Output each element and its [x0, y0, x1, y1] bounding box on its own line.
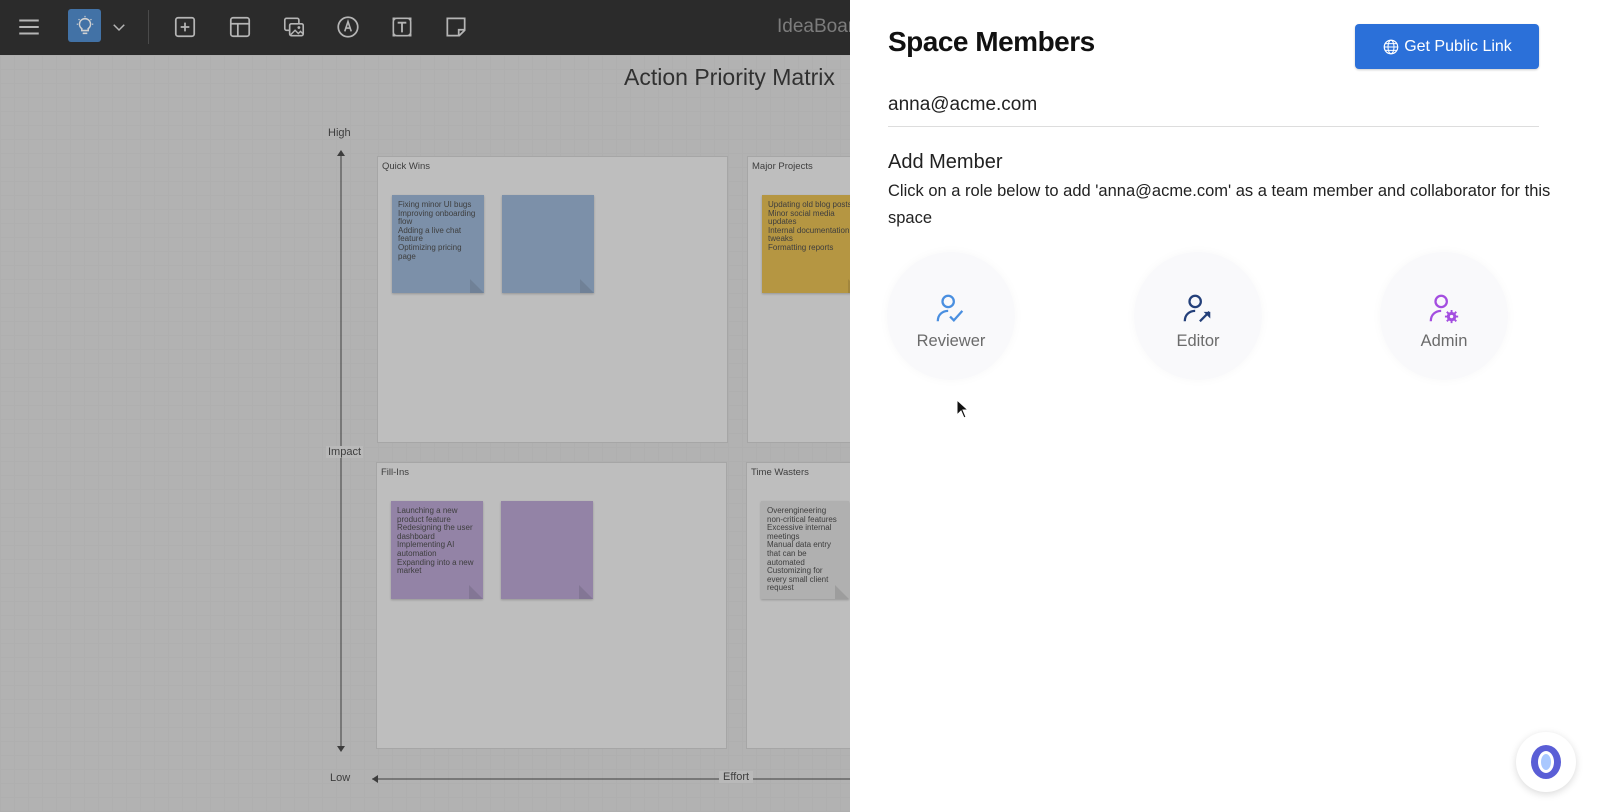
modal-backdrop[interactable]: [0, 0, 850, 812]
get-public-link-label: Get Public Link: [1404, 37, 1512, 55]
chat-bubble-icon: [1531, 745, 1561, 779]
get-public-link-button[interactable]: Get Public Link: [1355, 24, 1539, 69]
user-gear-icon: [1429, 294, 1459, 323]
globe-icon: [1383, 39, 1399, 54]
role-label: Reviewer: [916, 331, 986, 350]
role-label: Editor: [1176, 331, 1220, 350]
board-canvas[interactable]: IdeaBoar Action Priority Matrix High Low…: [0, 0, 850, 812]
user-edit-icon: [1183, 294, 1211, 322]
role-editor-button[interactable]: Editor: [1134, 252, 1262, 380]
panel-title: Space Members: [888, 26, 1095, 57]
mouse-cursor-icon: [956, 399, 970, 419]
add-member-description: Click on a role below to add 'anna@acme.…: [888, 182, 1551, 227]
role-reviewer-button[interactable]: Reviewer: [887, 252, 1015, 380]
role-admin-button[interactable]: Admin: [1380, 252, 1508, 380]
user-check-icon: [936, 294, 964, 322]
member-email-field[interactable]: anna@acme.com: [888, 94, 1539, 127]
add-member-heading: Add Member: [888, 151, 1003, 173]
role-label: Admin: [1420, 331, 1468, 350]
help-chat-button[interactable]: [1516, 732, 1576, 792]
